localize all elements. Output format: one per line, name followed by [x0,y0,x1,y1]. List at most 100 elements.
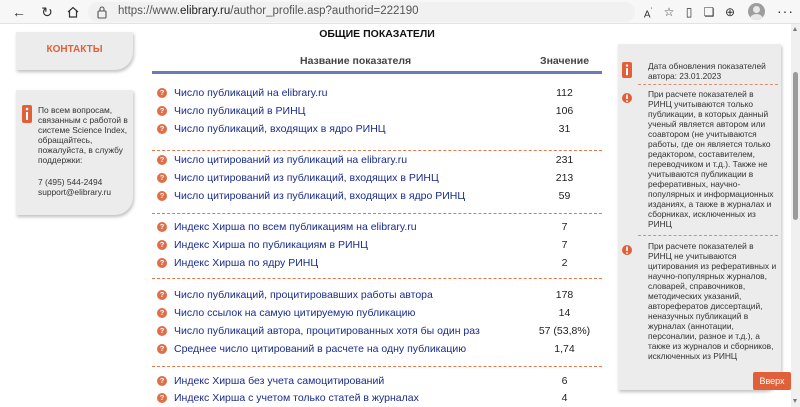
lock-icon[interactable] [96,5,108,19]
indicator-value: 7 [561,239,568,251]
note-divider [638,84,778,85]
indicator-label[interactable]: Число публикаций автора, процитированных… [174,324,480,338]
indicator-value: 213 [555,172,574,184]
indicator-value: 6 [561,375,568,387]
scroll-down-icon[interactable] [793,399,797,403]
help-icon[interactable]: ? [157,376,167,386]
split-screen-icon[interactable]: ▯ [681,4,697,20]
indicator-label[interactable]: Индекс Хирша без учета самоцитирований [174,374,384,388]
scroll-top-button[interactable]: Вверх [753,372,791,390]
info-icon [622,62,632,78]
header-divider [152,71,602,74]
help-icon[interactable]: ? [157,173,167,183]
downloads-icon[interactable]: ⊕ [722,4,738,20]
support-box: По всем вопросам, связанным с работой в … [16,90,133,215]
table-row: ? Число ссылок на самую цитируемую публик… [157,306,597,322]
help-icon[interactable]: ? [157,88,167,98]
indicator-value: 1,74 [554,343,575,355]
table-row: ? Индекс Хирша по публикациям в РИНЦ 7 [157,238,597,254]
group-divider [152,150,602,151]
help-icon[interactable]: ? [157,308,167,318]
indicator-label[interactable]: Индекс Хирша по публикациям в РИНЦ [174,238,368,252]
table-row: ? Число публикаций в РИНЦ 106 [157,104,597,120]
page-title: ОБЩИЕ ПОКАЗАТЕЛИ [319,28,435,40]
indicator-value: 231 [555,154,574,166]
help-icon[interactable]: ? [157,155,167,165]
scroll-up-icon[interactable] [793,27,797,31]
indicator-value: 31 [558,123,571,135]
back-icon[interactable]: ← [10,3,28,21]
table-row: ? Индекс Хирша по всем публикациям на eli… [157,220,597,236]
indicator-label[interactable]: Число публикаций, процитировавших работы… [174,288,433,302]
indicator-label[interactable]: Индекс Хирша по ядру РИНЦ [174,256,318,270]
help-icon[interactable]: ? [157,258,167,268]
page-scrollbar[interactable] [791,24,800,407]
table-row: ? Число цитирований из публикаций на elib… [157,153,597,169]
indicator-value: 2 [561,257,568,269]
contacts-button[interactable]: КОНТАКТЫ [16,32,133,70]
indicator-label[interactable]: Число публикаций, входящих в ядро РИНЦ [174,122,386,136]
help-icon[interactable]: ? [157,124,167,134]
warning-icon [622,93,632,103]
help-icon[interactable]: ? [157,326,167,336]
column-value-header: Значение [540,55,590,67]
table-row: ? Индекс Хирша без учета самоцитирований 6 [157,374,597,390]
scrollbar-thumb[interactable] [793,72,798,220]
collections-icon[interactable]: ❏ [701,4,717,20]
note-publications: При расчете показателей в РИНЦ учитывают… [622,89,778,229]
indicator-label[interactable]: Число публикаций на elibrary.ru [174,86,328,100]
table-header: Название показателя Значение [152,55,602,71]
table-row: ? Число цитирований из публикаций, входящ… [157,189,597,205]
indicator-value: 4 [561,392,568,404]
help-icon[interactable]: ? [157,393,167,403]
read-aloud-icon[interactable]: Aʼ [640,4,656,20]
table-row: ? Число публикаций на elibrary.ru 112 [157,86,597,102]
help-icon[interactable]: ? [157,222,167,232]
refresh-icon[interactable]: ↻ [38,3,56,21]
contacts-label: КОНТАКТЫ [46,44,103,55]
home-icon[interactable] [64,3,82,21]
indicator-value: 59 [558,190,571,202]
indicator-value: 106 [555,105,574,117]
help-icon[interactable]: ? [157,344,167,354]
address-bar[interactable]: https://www.elibrary.ru/author_profile.a… [88,2,635,22]
note-divider [638,235,778,236]
indicator-value: 112 [556,87,573,99]
indicator-label[interactable]: Число цитирований из публикаций на elibr… [174,153,407,167]
more-icon[interactable]: ··· [777,3,794,19]
indicator-label[interactable]: Число цитирований из публикаций, входящи… [174,171,439,185]
help-icon[interactable]: ? [157,106,167,116]
url-text[interactable]: https://www.elibrary.ru/author_profile.a… [118,5,419,17]
support-email[interactable]: support@elibrary.ru [38,187,111,197]
group-divider [152,278,602,279]
help-icon[interactable]: ? [157,290,167,300]
indicator-value: 14 [558,307,571,319]
indicator-label[interactable]: Индекс Хирша по всем публикациям на elib… [174,220,417,234]
table-row: ? Число публикаций, входящих в ядро РИНЦ 3… [157,122,597,138]
group-divider [152,366,602,367]
help-icon[interactable]: ? [157,240,167,250]
indicator-label[interactable]: Индекс Хирша с учетом только статей в жу… [174,391,419,405]
indicator-label[interactable]: Число публикаций в РИНЦ [174,104,305,118]
indicator-label[interactable]: Число цитирований из публикаций, входящи… [174,189,465,203]
browser-toolbar: ← ↻ https://www.elibrary.ru/author_profi… [0,0,800,24]
help-icon[interactable]: ? [157,191,167,201]
profile-icon[interactable] [748,3,765,20]
indicator-label[interactable]: Число ссылок на самую цитируемую публика… [174,306,415,320]
note-citations: При расчете показателей в РИНЦ не учитыв… [622,241,778,361]
indicator-value: 57 (53,8%) [538,325,591,337]
support-phone: 7 (495) 544-2494 [38,177,103,187]
table-row: ? Среднее число цитирований в расчете на … [157,342,597,358]
info-icon [22,105,32,123]
group-divider [152,213,602,214]
notes-panel: Дата обновления показателей автора: 23.0… [618,44,781,390]
indicator-label[interactable]: Среднее число цитирований в расчете на о… [174,342,466,356]
table-row: ? Индекс Хирша по ядру РИНЦ 2 [157,256,597,272]
support-contacts: 7 (495) 544-2494 support@elibrary.ru [38,177,132,197]
note-update-date: Дата обновления показателей автора: 23.0… [622,61,778,81]
warning-icon [622,245,632,255]
table-row: ? Число цитирований из публикаций, входящ… [157,171,597,187]
indicator-value: 7 [561,221,568,233]
table-row: ? Индекс Хирша с учетом только статей в ж… [157,391,597,407]
favorite-icon[interactable]: ☆ [661,4,677,20]
